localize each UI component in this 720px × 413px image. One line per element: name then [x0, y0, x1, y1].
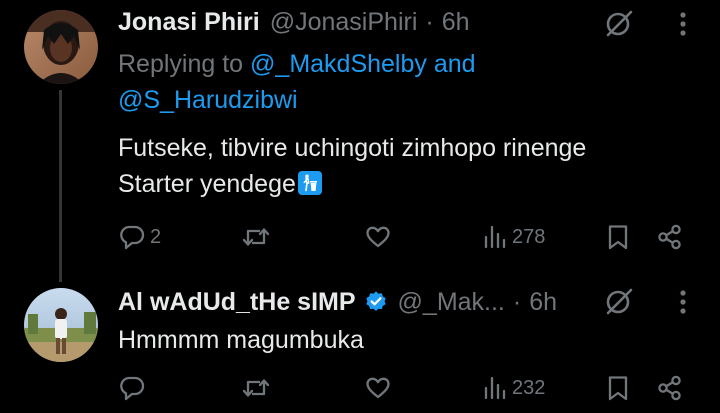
author-handle[interactable]: @_Mak...	[398, 288, 505, 317]
more-icon[interactable]	[678, 10, 688, 38]
tweet-text-line-content: Starter yendege	[118, 170, 296, 198]
like-icon	[366, 226, 390, 248]
replying-label: Replying to	[118, 50, 244, 78]
avatar[interactable]	[24, 288, 98, 362]
author-name[interactable]: Al wAdUd_tHe sIMP	[118, 288, 356, 317]
bookmark-icon	[608, 376, 628, 401]
author-handle[interactable]: @JonasiPhiri	[270, 8, 418, 37]
reply-button[interactable]: 2	[118, 223, 161, 251]
like-button[interactable]	[364, 223, 396, 251]
replying-to: Replying to @_MakdShelby and @S_Harudzib…	[118, 46, 678, 118]
reply-button[interactable]	[118, 374, 150, 402]
tweet-text-line: Hmmmm magumbuka	[118, 326, 364, 354]
tweet-text-line: Starter yendege	[118, 166, 586, 202]
more-icon[interactable]	[678, 288, 688, 316]
share-button[interactable]	[656, 374, 684, 402]
tweet-text-line: Futseke, tibvire uchingoti zimhopo rinen…	[118, 134, 587, 162]
litter-in-bin-sign-emoji	[297, 171, 322, 195]
reply-icon	[120, 225, 145, 250]
views-button[interactable]: 232	[482, 374, 545, 402]
mention-link[interactable]: @S_Harudzibwi	[118, 86, 298, 114]
bookmark-button[interactable]	[606, 374, 630, 402]
share-icon	[658, 224, 681, 250]
reply-count: 2	[150, 225, 162, 248]
views-button[interactable]: 278	[482, 223, 545, 251]
separator-dot: ·	[512, 287, 522, 316]
tweet-text: Hmmmm magumbuka	[118, 322, 364, 358]
bookmark-icon	[608, 225, 628, 250]
avatar[interactable]	[24, 10, 98, 84]
views-count: 232	[512, 376, 546, 399]
like-button[interactable]	[364, 374, 396, 402]
views-count: 278	[512, 225, 546, 248]
share-button[interactable]	[656, 223, 684, 251]
repost-icon	[242, 228, 270, 246]
author-name[interactable]: Jonasi Phiri	[118, 8, 260, 37]
timestamp[interactable]: 6h	[529, 288, 557, 317]
repost-button[interactable]	[242, 223, 274, 251]
views-icon	[484, 376, 506, 400]
tweet-text: Futseke, tibvire uchingoti zimhopo rinen…	[118, 130, 586, 202]
repost-icon	[242, 379, 270, 397]
grok-icon[interactable]	[604, 8, 634, 38]
repost-button[interactable]	[242, 374, 274, 402]
mention-and[interactable]: and	[434, 50, 476, 78]
views-icon	[484, 225, 506, 249]
like-icon	[366, 377, 390, 399]
bookmark-button[interactable]	[606, 223, 630, 251]
reply-icon	[120, 376, 145, 401]
grok-icon[interactable]	[604, 286, 634, 316]
verified-icon[interactable]	[364, 290, 388, 314]
share-icon	[658, 375, 681, 401]
separator-dot: ·	[425, 7, 434, 36]
mention-link[interactable]: @_MakdShelby	[250, 50, 427, 78]
tweet[interactable]: Al wAdUd_tHe sIMP @_Mak... · 6h Hmmmm ma…	[0, 282, 720, 413]
thread-line	[59, 90, 62, 282]
timestamp[interactable]: 6h	[442, 8, 470, 37]
tweet[interactable]: Jonasi Phiri @JonasiPhiri · 6h Replying …	[0, 0, 720, 282]
